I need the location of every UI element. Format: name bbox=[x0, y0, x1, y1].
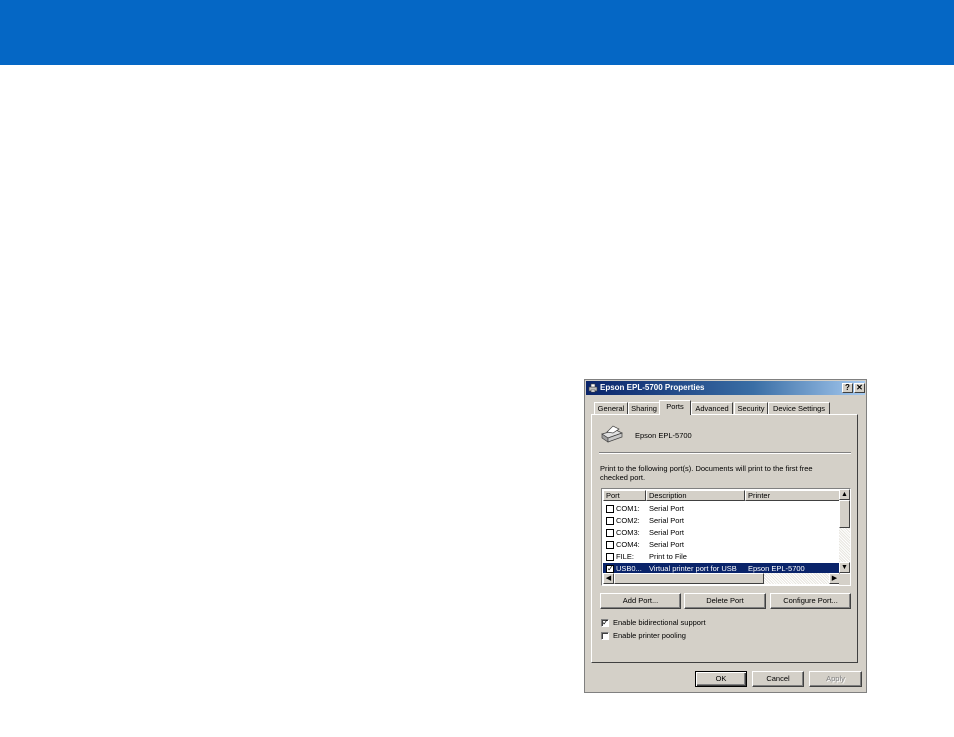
ports-list[interactable]: Port Description Printer COM1: Serial Po… bbox=[601, 488, 851, 586]
port-checkbox[interactable]: ✓ bbox=[606, 565, 614, 573]
printer-name: Epson EPL-5700 bbox=[635, 431, 692, 440]
column-header-printer[interactable]: Printer bbox=[745, 490, 840, 501]
help-button[interactable]: ? bbox=[842, 383, 853, 393]
pooling-checkbox[interactable] bbox=[601, 632, 609, 640]
port-instructions: Print to the following port(s). Document… bbox=[600, 464, 813, 482]
vertical-scroll-thumb[interactable] bbox=[839, 500, 850, 528]
port-description: Serial Port bbox=[649, 516, 685, 525]
dialog-title: Epson EPL-5700 Properties bbox=[600, 383, 705, 392]
tab-general[interactable]: General bbox=[594, 402, 628, 414]
port-description: Serial Port bbox=[649, 528, 685, 537]
top-banner bbox=[0, 0, 954, 65]
list-item[interactable]: COM2: Serial Port bbox=[603, 515, 840, 527]
port-checkbox[interactable] bbox=[606, 541, 614, 549]
add-port-button[interactable]: Add Port... bbox=[600, 593, 681, 609]
scroll-down-icon[interactable]: ▼ bbox=[839, 562, 850, 573]
horizontal-scrollbar[interactable]: ◀ ▶ bbox=[603, 573, 840, 584]
port-name: COM1: bbox=[616, 504, 640, 513]
port-description: Serial Port bbox=[649, 540, 685, 549]
printer-icon bbox=[601, 425, 623, 443]
port-name: FILE: bbox=[616, 552, 634, 561]
scroll-left-icon[interactable]: ◀ bbox=[603, 573, 614, 584]
list-item[interactable]: FILE: Print to File bbox=[603, 551, 840, 563]
column-header-description[interactable]: Description bbox=[646, 490, 745, 501]
port-checkbox[interactable] bbox=[606, 529, 614, 537]
vertical-scrollbar[interactable]: ▲ ▼ bbox=[839, 489, 850, 573]
scroll-up-icon[interactable]: ▲ bbox=[839, 489, 850, 500]
delete-port-button[interactable]: Delete Port bbox=[684, 593, 766, 609]
printer-properties-dialog: Epson EPL-5700 Properties ? ✕ General Sh… bbox=[584, 379, 867, 693]
tab-advanced[interactable]: Advanced bbox=[691, 402, 733, 414]
list-item[interactable]: COM4: Serial Port bbox=[603, 539, 840, 551]
horizontal-scroll-thumb[interactable] bbox=[614, 573, 764, 584]
column-header-port[interactable]: Port bbox=[603, 490, 646, 501]
port-description: Serial Port bbox=[649, 504, 685, 513]
separator bbox=[599, 452, 851, 454]
configure-port-button[interactable]: Configure Port... bbox=[770, 593, 851, 609]
port-name: COM4: bbox=[616, 540, 640, 549]
apply-button[interactable]: Apply bbox=[809, 671, 862, 687]
port-description: Print to File bbox=[649, 552, 687, 561]
tab-security[interactable]: Security bbox=[734, 402, 768, 414]
title-bar[interactable]: Epson EPL-5700 Properties ? ✕ bbox=[586, 381, 865, 395]
cancel-button[interactable]: Cancel bbox=[752, 671, 804, 687]
list-item[interactable]: COM1: Serial Port bbox=[603, 503, 840, 515]
port-checkbox[interactable] bbox=[606, 505, 614, 513]
list-item[interactable]: COM3: Serial Port bbox=[603, 527, 840, 539]
close-button[interactable]: ✕ bbox=[854, 383, 865, 393]
tab-sharing[interactable]: Sharing bbox=[628, 402, 660, 414]
scroll-corner bbox=[839, 574, 850, 585]
bidirectional-label[interactable]: Enable bidirectional support bbox=[613, 618, 706, 627]
tab-ports[interactable]: Ports bbox=[659, 400, 691, 415]
tab-device-settings[interactable]: Device Settings bbox=[768, 402, 830, 414]
port-checkbox[interactable] bbox=[606, 517, 614, 525]
port-name: COM2: bbox=[616, 516, 640, 525]
bidirectional-checkbox[interactable]: ✓ bbox=[601, 619, 609, 627]
list-header: Port Description Printer bbox=[603, 490, 840, 501]
pooling-label[interactable]: Enable printer pooling bbox=[613, 631, 686, 640]
port-checkbox[interactable] bbox=[606, 553, 614, 561]
printer-small-icon bbox=[588, 383, 598, 393]
ok-button[interactable]: OK bbox=[695, 671, 747, 687]
port-name: COM3: bbox=[616, 528, 640, 537]
